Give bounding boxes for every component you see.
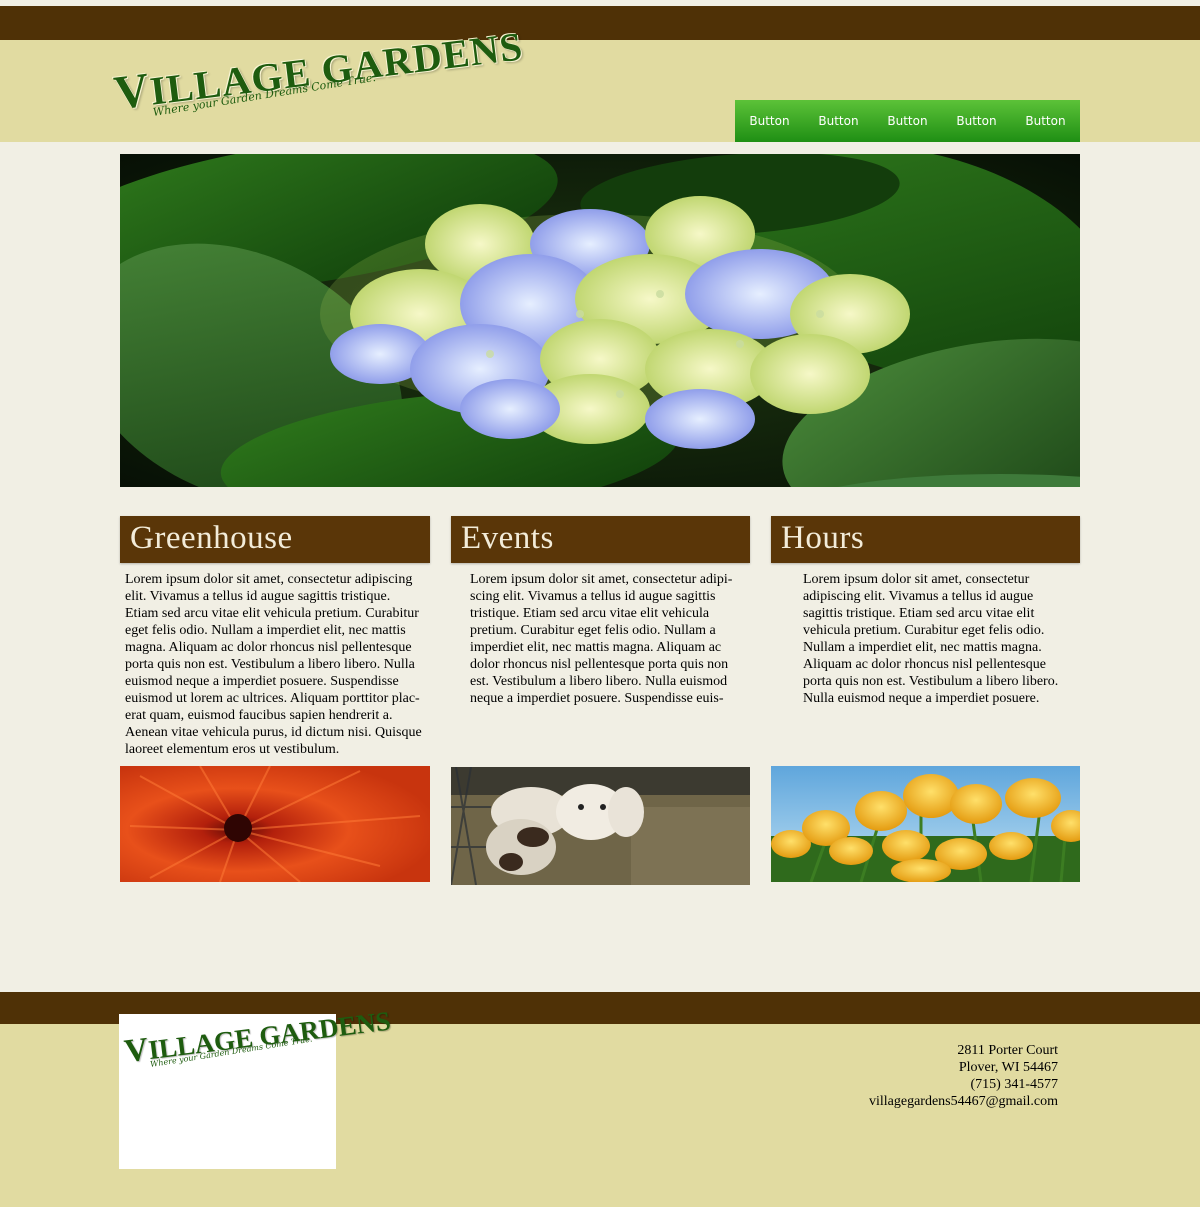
goats-image: [451, 767, 750, 885]
email-address[interactable]: villagegardens54467@gmail.com: [869, 1093, 1058, 1110]
hours-heading: Hours: [771, 516, 1080, 563]
site-logo[interactable]: VILLAGE GARDENS Where your Garden Dreams…: [111, 23, 525, 138]
greenhouse-title: Greenhouse: [130, 520, 293, 556]
events-heading: Events: [451, 516, 750, 563]
phone-number: (715) 341-4577: [970, 1077, 1059, 1092]
chrysanthemum-image: [120, 766, 430, 882]
address-line-2: Plover, WI 54467: [958, 1060, 1058, 1075]
greenhouse-text: Lorem ipsum dolor sit amet, consectetur …: [125, 572, 422, 757]
hours-text: Lorem ipsum dolor sit amet, consectetur …: [803, 572, 1059, 706]
nav-button-1[interactable]: Button: [747, 110, 791, 132]
hours-title: Hours: [781, 520, 865, 556]
nav-button-4[interactable]: Button: [954, 110, 998, 132]
events-title: Events: [461, 520, 554, 556]
contact-info: 2811 Porter Court Plover, WI 54467 (715)…: [869, 1042, 1058, 1110]
address-line-1: 2811 Porter Court: [957, 1043, 1058, 1058]
tulips-image: [771, 766, 1080, 882]
nav-button-3[interactable]: Button: [885, 110, 929, 132]
events-text: Lorem ipsum dolor sit amet, consectetur …: [470, 572, 733, 706]
greenhouse-heading: Greenhouse: [120, 516, 430, 563]
footer-logo[interactable]: VILLAGE GARDENS Where your Garden Dreams…: [119, 1006, 392, 1169]
main-nav: Button Button Button Button Button: [735, 100, 1080, 142]
top-brown-strip: [0, 6, 1200, 40]
nav-button-2[interactable]: Button: [816, 110, 860, 132]
nav-button-5[interactable]: Button: [1023, 110, 1067, 132]
hero-hydrangea-image: [120, 154, 1080, 487]
